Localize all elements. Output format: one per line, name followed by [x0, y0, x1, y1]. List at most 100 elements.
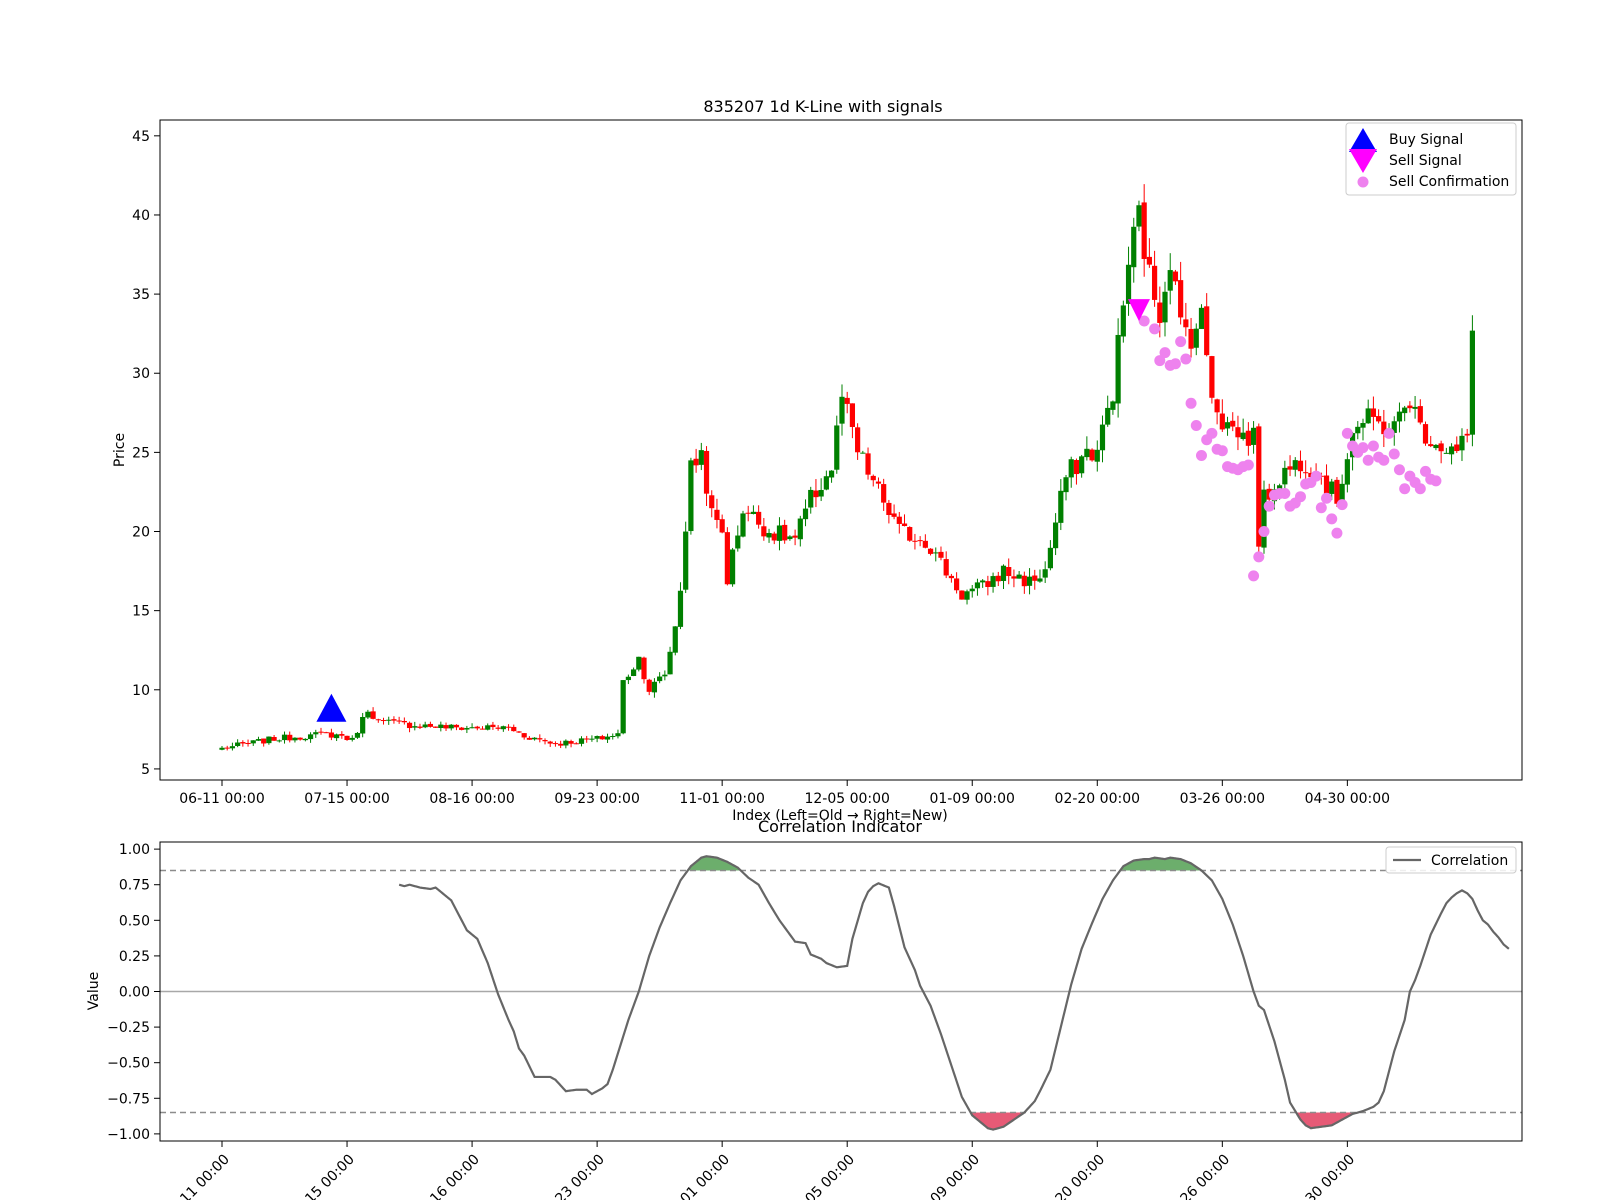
- candle-body: [782, 524, 788, 541]
- candle-body: [453, 724, 460, 728]
- correlation-y-tick-label: −0.25: [107, 1020, 150, 1036]
- candle-body: [745, 512, 751, 514]
- candle-body: [386, 719, 392, 721]
- sell-confirmation-legend-icon: [1357, 176, 1369, 188]
- candle-body: [839, 396, 845, 424]
- candle-body: [396, 720, 402, 722]
- candle-body: [547, 741, 553, 744]
- candle-body: [662, 674, 668, 677]
- kline-panel: 835207 1d K-Line with signals 5 10 15 20 25 3…: [112, 97, 1523, 824]
- candle-body: [1198, 307, 1205, 329]
- candle-body: [677, 590, 684, 627]
- candle-body: [1443, 452, 1449, 454]
- candle-body: [615, 733, 621, 737]
- candle-body: [1058, 490, 1064, 523]
- candle-body: [1329, 481, 1335, 494]
- correlation-x-tick-label: 02-20 00:00: [1036, 1152, 1108, 1200]
- correlation-y-tick-label: 0.75: [119, 878, 150, 894]
- sell-confirmation-marker: [1362, 454, 1374, 466]
- candle-body: [703, 450, 710, 494]
- candle-body: [771, 533, 777, 541]
- candle-body: [1089, 449, 1095, 461]
- candle-body: [1016, 574, 1022, 579]
- candle-body: [1282, 467, 1288, 485]
- candle-body: [818, 489, 824, 497]
- candle-body: [558, 743, 564, 746]
- correlation-y-tick-label: 0.00: [119, 985, 150, 1001]
- candle-body: [1115, 334, 1121, 404]
- sell-confirmation-marker: [1195, 450, 1207, 462]
- candle-body: [1287, 466, 1293, 470]
- candle-body: [630, 669, 637, 676]
- candle-body: [401, 720, 407, 723]
- candle-body: [620, 680, 626, 734]
- candle-body: [459, 727, 465, 730]
- correlation-panel: Correlation Indicator 1.00 0.75 0.50 0.25 0.…: [86, 817, 1523, 1200]
- candle-body: [344, 735, 350, 741]
- kline-y-tick-label: 15: [132, 604, 150, 620]
- sell-confirmation-marker: [1378, 454, 1390, 466]
- sell-confirmation-marker: [1430, 475, 1442, 487]
- candle-body: [1438, 443, 1444, 452]
- kline-y-tick-label: 20: [132, 525, 150, 541]
- candle-body: [464, 728, 470, 730]
- candle-body: [1407, 405, 1413, 409]
- correlation-x-tick-label: 12-05 00:00: [786, 1152, 858, 1200]
- candle-body: [907, 527, 913, 541]
- sell-confirmation-marker: [1242, 459, 1254, 471]
- candle-body: [474, 726, 480, 729]
- candle-body: [281, 734, 288, 741]
- candle-body: [1219, 413, 1225, 430]
- candle-body: [657, 676, 663, 682]
- candle-body: [448, 724, 454, 729]
- candle-body: [959, 590, 965, 600]
- sell-confirmation-marker: [1310, 470, 1322, 482]
- candle-body: [349, 737, 355, 740]
- candle-body: [1125, 264, 1132, 304]
- candle-body: [912, 540, 918, 542]
- candle-body: [334, 734, 340, 739]
- sell-confirmation-marker: [1393, 464, 1405, 476]
- candle-body: [802, 508, 809, 520]
- sell-confirmation-marker: [1149, 323, 1161, 335]
- candle-body: [625, 676, 631, 681]
- candle-body: [1365, 408, 1371, 424]
- buy-signal-marker: [316, 693, 347, 722]
- candle-body: [245, 742, 251, 744]
- candle-body: [698, 450, 704, 465]
- candle-body: [1183, 319, 1189, 328]
- sell-confirmation-marker: [1206, 427, 1218, 439]
- correlation-x-tick-label: 01-09 00:00: [911, 1152, 983, 1200]
- candle-body: [1084, 448, 1090, 458]
- candle-body: [870, 475, 876, 481]
- candle-body: [516, 731, 522, 733]
- kline-legend: Buy Signal Sell Signal Sell Confirmation: [1345, 122, 1517, 196]
- candle-body: [1469, 330, 1475, 435]
- candle-body: [1000, 565, 1007, 581]
- candle-body: [1209, 356, 1215, 398]
- candle-body: [604, 736, 611, 740]
- sell-confirmation-marker: [1326, 513, 1338, 525]
- candle-body: [1188, 328, 1194, 349]
- candle-body: [881, 484, 887, 503]
- signals: [316, 299, 1150, 722]
- candle-body: [1053, 522, 1059, 549]
- kline-ylabel: Price: [112, 433, 128, 467]
- legend-buy-signal: Buy Signal: [1389, 132, 1463, 148]
- candle-body: [610, 736, 616, 738]
- candle-body: [1297, 460, 1304, 472]
- candle-body: [1120, 305, 1126, 337]
- candle-body: [1073, 460, 1080, 475]
- sell-confirmation-marker: [1253, 551, 1265, 563]
- candle-body: [380, 720, 387, 722]
- candle-body: [1167, 270, 1173, 291]
- candle-body: [792, 535, 798, 538]
- candle-body: [365, 711, 371, 718]
- candle-body: [370, 711, 376, 719]
- candle-body: [479, 728, 486, 730]
- candle-body: [1417, 406, 1423, 423]
- candle-body: [636, 656, 642, 670]
- candle-body: [1376, 416, 1382, 422]
- candle-body: [417, 726, 423, 728]
- sell-confirmation-marker: [1279, 488, 1291, 500]
